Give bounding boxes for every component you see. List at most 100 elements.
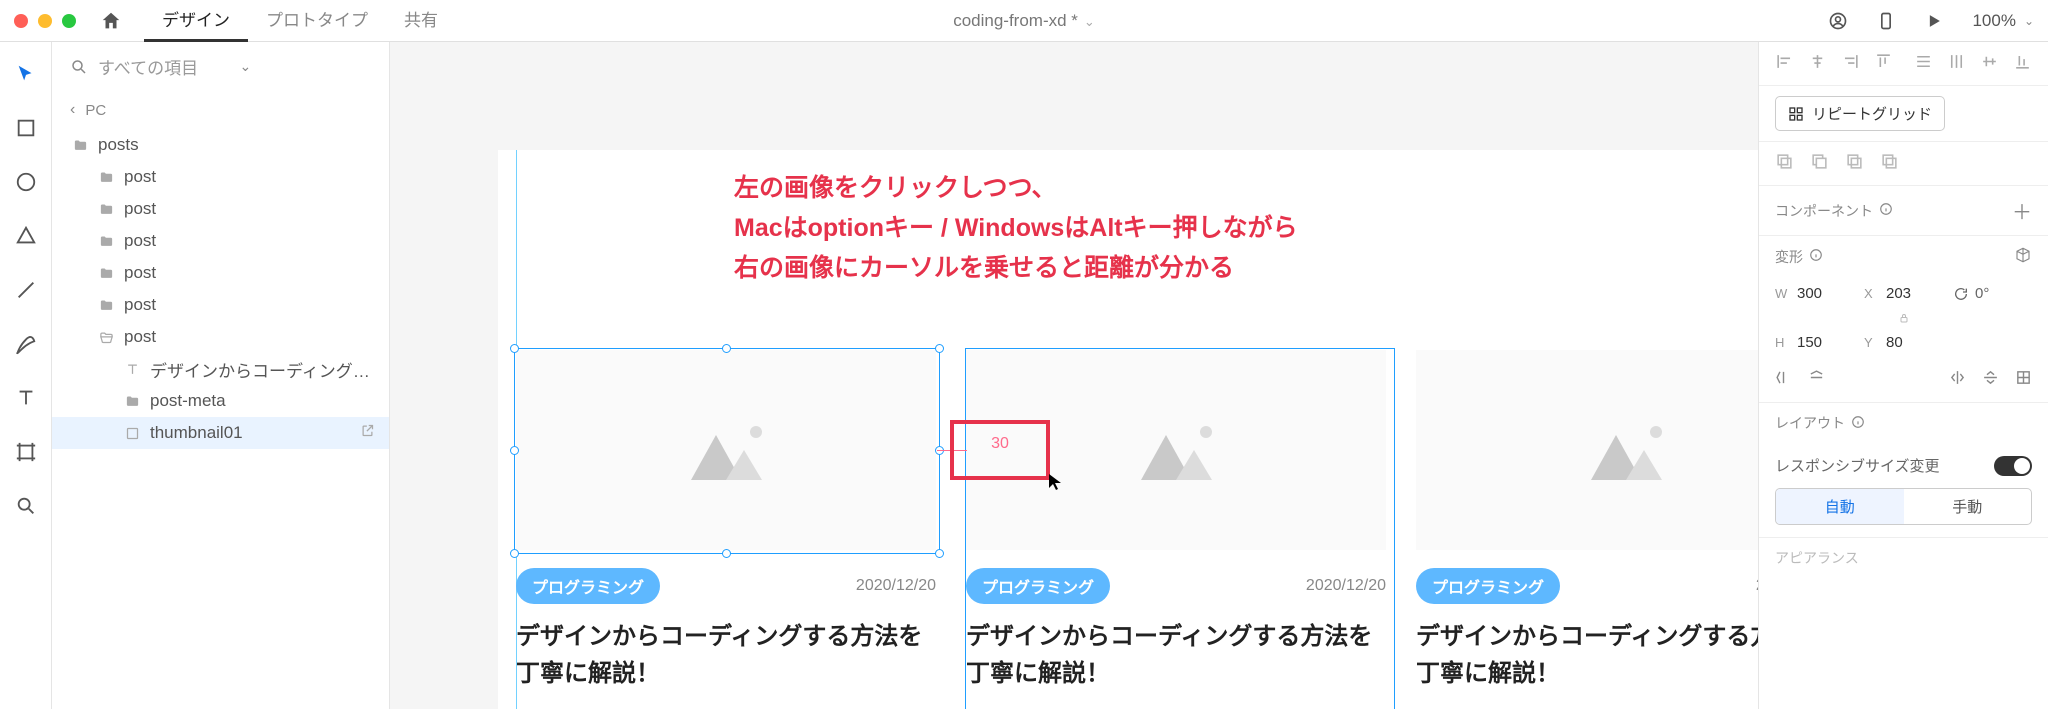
polygon-tool[interactable] bbox=[12, 222, 40, 250]
maximize-window[interactable] bbox=[62, 14, 76, 28]
layout-label: レイアウト bbox=[1775, 413, 1845, 433]
minimize-window[interactable] bbox=[38, 14, 52, 28]
rectangle-tool[interactable] bbox=[12, 114, 40, 142]
add-component-icon[interactable]: ＋ bbox=[2012, 196, 2032, 225]
breadcrumb-label: PC bbox=[85, 102, 106, 119]
responsive-mode-segment: 自動 手動 bbox=[1775, 488, 2032, 525]
responsive-resize-icon[interactable] bbox=[2015, 369, 2032, 390]
tab-design[interactable]: デザイン bbox=[144, 0, 248, 42]
mode-tabs: デザイン プロトタイプ 共有 bbox=[144, 0, 456, 42]
align-right-icon[interactable] bbox=[1841, 52, 1860, 75]
tool-strip bbox=[0, 42, 52, 709]
close-window[interactable] bbox=[14, 14, 28, 28]
breadcrumb[interactable]: ‹ PC bbox=[52, 91, 389, 129]
line-tool[interactable] bbox=[12, 276, 40, 304]
distance-highlight: 30 bbox=[950, 420, 1050, 480]
flip-v-icon[interactable] bbox=[1808, 369, 1825, 390]
intersect-icon[interactable] bbox=[1845, 152, 1864, 175]
align-left-icon[interactable] bbox=[1775, 52, 1794, 75]
responsive-label: レスポンシブサイズ変更 bbox=[1775, 455, 1940, 476]
ellipse-tool[interactable] bbox=[12, 168, 40, 196]
width-field[interactable]: W300 bbox=[1775, 285, 1854, 302]
boolean-ops-row bbox=[1759, 142, 2048, 186]
component-section: コンポーネント ＋ bbox=[1759, 186, 2048, 235]
responsive-toggle[interactable] bbox=[1994, 456, 2032, 476]
align-top-icon[interactable] bbox=[1874, 52, 1893, 75]
folder-open-icon bbox=[96, 330, 116, 345]
device-preview-icon[interactable] bbox=[1876, 11, 1896, 31]
seg-auto[interactable]: 自動 bbox=[1776, 489, 1904, 524]
zoom-tool[interactable] bbox=[12, 492, 40, 520]
layout-section: レイアウト bbox=[1759, 403, 2048, 443]
layer-row[interactable]: post bbox=[52, 193, 389, 225]
info-icon[interactable] bbox=[1809, 248, 1823, 265]
account-icon[interactable] bbox=[1828, 11, 1848, 31]
post-date: 2020/12/20 bbox=[856, 577, 936, 595]
flip-h-icon[interactable] bbox=[1775, 369, 1792, 390]
layer-row[interactable]: post bbox=[52, 161, 389, 193]
layer-row[interactable]: thumbnail01 bbox=[52, 417, 389, 449]
height-field[interactable]: H150 bbox=[1775, 334, 1854, 351]
layer-row[interactable]: post bbox=[52, 225, 389, 257]
chevron-left-icon: ‹ bbox=[70, 101, 75, 119]
lock-aspect[interactable] bbox=[1775, 312, 2032, 324]
zoom-value: 100% bbox=[1972, 11, 2015, 31]
post-title: デザインからコーディングする方法を丁寧に解説！ bbox=[966, 618, 1386, 692]
layer-label: post bbox=[124, 231, 375, 251]
flip-row bbox=[1759, 363, 2048, 403]
pen-tool[interactable] bbox=[12, 330, 40, 358]
select-tool[interactable] bbox=[12, 60, 40, 88]
info-icon[interactable] bbox=[1851, 415, 1865, 432]
layer-row[interactable]: post-meta bbox=[52, 385, 389, 417]
flip-mirror-v-icon[interactable] bbox=[1982, 369, 1999, 390]
document-title[interactable]: coding-from-xd *⌄ bbox=[953, 11, 1095, 31]
folder-icon bbox=[96, 266, 116, 281]
align-center-h-icon[interactable] bbox=[1808, 52, 1827, 75]
layer-row[interactable]: posts bbox=[52, 129, 389, 161]
repeat-grid-row: リピートグリッド bbox=[1759, 86, 2048, 142]
layer-label: posts bbox=[98, 135, 375, 155]
thumbnail-placeholder[interactable] bbox=[1416, 350, 1758, 550]
3d-icon[interactable] bbox=[2014, 246, 2032, 267]
artboard: 左の画像をクリックしつつ、 Macはoptionキー / WindowsはAlt… bbox=[498, 150, 1758, 709]
distribute-v-icon[interactable] bbox=[1947, 52, 1966, 75]
layer-row[interactable]: post bbox=[52, 289, 389, 321]
layers-search[interactable]: すべての項目 ⌄ bbox=[52, 42, 389, 91]
y-field[interactable]: Y80 bbox=[1864, 334, 1943, 351]
layer-label: post bbox=[124, 199, 375, 219]
folder-icon bbox=[96, 170, 116, 185]
post-card: プログラミング 2020/12/20 デザインからコーディングする方法を丁寧に解… bbox=[1416, 350, 1758, 692]
home-icon[interactable] bbox=[100, 10, 122, 32]
post-card: プログラミング 2020/12/20 デザインからコーディングする方法を丁寧に解… bbox=[516, 350, 936, 692]
external-link-icon[interactable] bbox=[360, 423, 375, 443]
artboard-tool[interactable] bbox=[12, 438, 40, 466]
layer-row[interactable]: post bbox=[52, 257, 389, 289]
align-bottom-icon[interactable] bbox=[2013, 52, 2032, 75]
layer-label: post bbox=[124, 263, 375, 283]
flip-mirror-h-icon[interactable] bbox=[1949, 369, 1966, 390]
distribute-h-icon[interactable] bbox=[1914, 52, 1933, 75]
subtract-icon[interactable] bbox=[1810, 152, 1829, 175]
exclude-icon[interactable] bbox=[1880, 152, 1899, 175]
text-tool[interactable] bbox=[12, 384, 40, 412]
post-title: デザインからコーディングする方法を丁寧に解説！ bbox=[1416, 618, 1758, 692]
play-icon[interactable] bbox=[1924, 11, 1944, 31]
info-icon[interactable] bbox=[1879, 202, 1893, 219]
tab-prototype[interactable]: プロトタイプ bbox=[248, 0, 386, 42]
tab-share[interactable]: 共有 bbox=[386, 0, 456, 42]
align-middle-icon[interactable] bbox=[1980, 52, 1999, 75]
window-traffic-lights bbox=[14, 14, 76, 28]
canvas[interactable]: 左の画像をクリックしつつ、 Macはoptionキー / WindowsはAlt… bbox=[390, 42, 1758, 709]
grid-icon bbox=[1788, 106, 1804, 122]
zoom-control[interactable]: 100%⌄ bbox=[1972, 11, 2034, 31]
x-field[interactable]: X203 bbox=[1864, 285, 1943, 302]
seg-manual[interactable]: 手動 bbox=[1904, 489, 2032, 524]
transform-label: 変形 bbox=[1775, 247, 1803, 267]
layer-row[interactable]: デザインからコーディングする方法… bbox=[52, 353, 389, 385]
document-title-text: coding-from-xd * bbox=[953, 11, 1078, 30]
rotation-field[interactable]: 0° bbox=[1953, 285, 2032, 302]
thumbnail-placeholder[interactable] bbox=[516, 350, 936, 550]
layer-row[interactable]: post bbox=[52, 321, 389, 353]
union-icon[interactable] bbox=[1775, 152, 1794, 175]
repeat-grid-button[interactable]: リピートグリッド bbox=[1775, 96, 1945, 131]
